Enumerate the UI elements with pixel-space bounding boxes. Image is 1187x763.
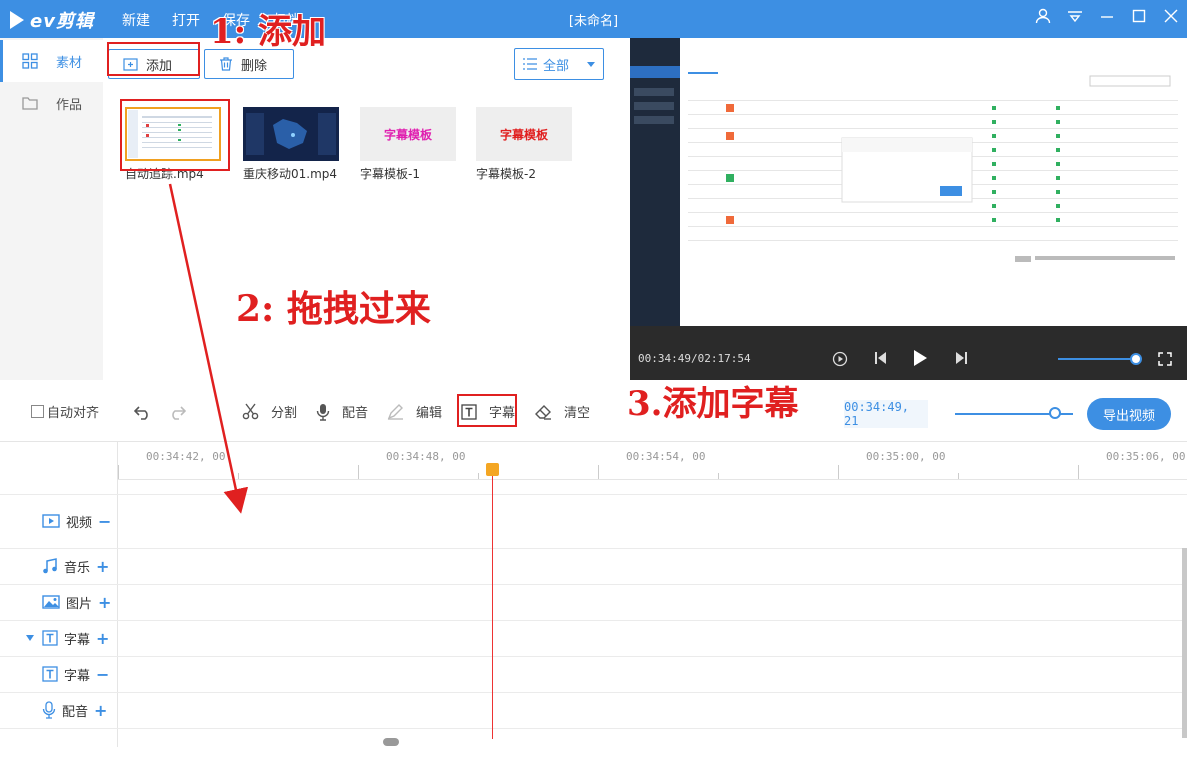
- drag-arrow: [168, 183, 249, 514]
